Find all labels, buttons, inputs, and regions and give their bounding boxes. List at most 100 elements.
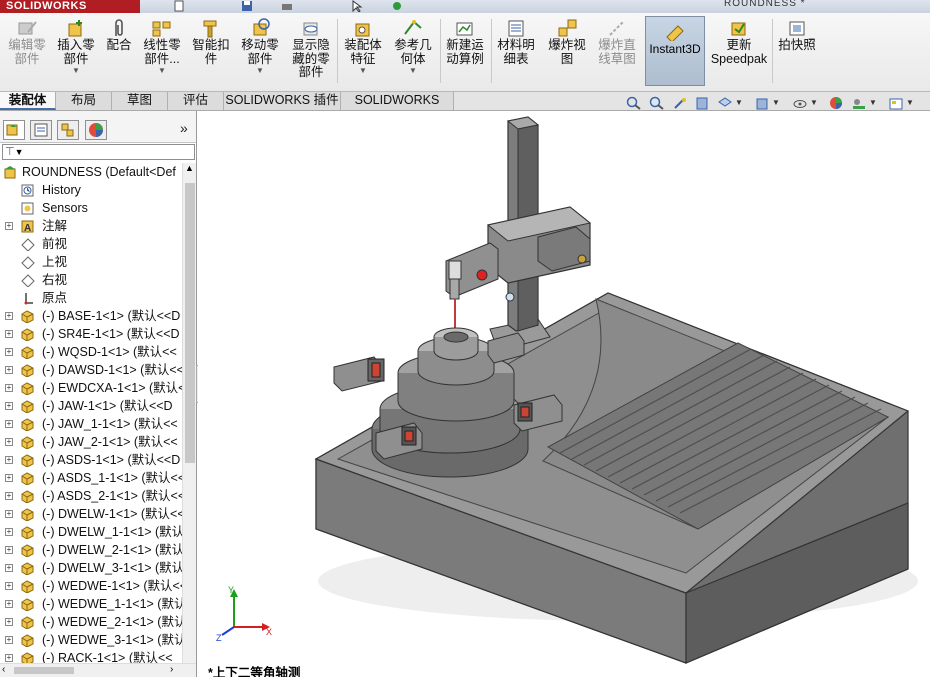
solidworks-logo[interactable]: SOLIDWORKS [0, 0, 140, 13]
tree-item-history[interactable]: History [0, 181, 182, 199]
scroll-up-icon[interactable]: ▲ [185, 163, 194, 173]
hide-show-items-icon[interactable] [792, 96, 808, 110]
expand-toggle-icon[interactable]: + [5, 402, 13, 410]
expand-toggle-icon[interactable]: + [5, 636, 13, 644]
displaymanager-tab[interactable] [85, 120, 107, 140]
roundness-tester-model[interactable] [198, 111, 930, 677]
tree-item-component[interactable]: + (-) WEDWE_3-1<1> (默认 [0, 631, 182, 649]
tree-item-component[interactable]: + (-) JAW-1<1> (默认<<D [0, 397, 182, 415]
configurationmanager-tab[interactable] [57, 120, 79, 140]
select-arrow-icon[interactable] [350, 0, 364, 12]
expand-toggle-icon[interactable]: + [5, 222, 13, 230]
expand-toggle-icon[interactable]: + [5, 456, 13, 464]
tree-item-component[interactable]: + (-) JAW_1-1<1> (默认<< [0, 415, 182, 433]
tree-item-annotation[interactable]: + A 注解 [0, 217, 182, 235]
chevron-down-icon[interactable]: ▼ [735, 98, 743, 107]
tree-item-component[interactable]: + (-) DWELW_2-1<1> (默认 [0, 541, 182, 559]
expand-toggle-icon[interactable]: + [5, 582, 13, 590]
chevron-down-icon[interactable]: ▼ [340, 66, 386, 75]
expand-toggle-icon[interactable]: + [5, 420, 13, 428]
view-settings-icon[interactable] [888, 96, 904, 110]
bom-button[interactable]: 材料明 细表 [493, 16, 539, 88]
scroll-right-icon[interactable]: › [170, 664, 173, 675]
tree-item-component[interactable]: + (-) EWDCXA-1<1> (默认< [0, 379, 182, 397]
previous-view-icon[interactable] [672, 96, 688, 110]
tree-item-plane[interactable]: 上视 [0, 253, 182, 271]
filter-dropdown[interactable]: ▼ [15, 147, 24, 157]
expand-toggle-icon[interactable]: + [5, 618, 13, 626]
hscrollbar-thumb[interactable] [14, 667, 74, 674]
new-document-icon[interactable] [172, 0, 186, 12]
expand-toggle-icon[interactable]: + [5, 330, 13, 338]
tree-root-assembly[interactable]: ROUNDNESS (Default<Def [0, 163, 182, 181]
chevron-down-icon[interactable]: ▼ [139, 66, 185, 75]
tree-vertical-scrollbar[interactable]: ▲ [182, 163, 196, 665]
expand-toggle-icon[interactable]: + [5, 654, 13, 662]
tree-item-component[interactable]: + (-) WEDWE_2-1<1> (默认 [0, 613, 182, 631]
tree-item-component[interactable]: + (-) DWELW_1-1<1> (默认 [0, 523, 182, 541]
tab-sketch[interactable]: 草图 [112, 92, 168, 110]
featuremanager-tab[interactable] [3, 120, 25, 140]
propertymanager-tab[interactable] [30, 120, 52, 140]
apply-scene-icon[interactable] [851, 96, 867, 110]
show-hidden-components-button[interactable]: 显示隐 藏的零 部件 [288, 16, 334, 88]
tree-item-component[interactable]: + (-) ASDS_1-1<1> (默认<< [0, 469, 182, 487]
section-view-icon[interactable] [694, 96, 710, 110]
chevron-down-icon[interactable]: ▼ [237, 66, 283, 75]
tree-item-component[interactable]: + (-) ASDS-1<1> (默认<<D [0, 451, 182, 469]
display-style-icon[interactable] [754, 96, 770, 110]
snapshot-button[interactable]: 拍快照 [774, 16, 820, 88]
chevron-down-icon[interactable]: ▼ [869, 98, 877, 107]
move-component-button[interactable]: 移动零 部件 ▼ [237, 16, 283, 88]
expand-toggle-icon[interactable]: + [5, 438, 13, 446]
tree-item-component[interactable]: + (-) BASE-1<1> (默认<<D [0, 307, 182, 325]
explode-line-sketch-button[interactable]: 爆炸直 线草图 [594, 16, 640, 88]
expand-toggle-icon[interactable]: + [5, 474, 13, 482]
zoom-area-icon[interactable] [649, 96, 665, 110]
print-icon[interactable] [280, 0, 294, 12]
expand-toggle-icon[interactable]: + [5, 546, 13, 554]
chevron-down-icon[interactable]: ▼ [810, 98, 818, 107]
new-motion-study-button[interactable]: 新建运 动算例 [442, 16, 488, 88]
expand-toggle-icon[interactable]: + [5, 528, 13, 536]
chevron-down-icon[interactable]: ▼ [906, 98, 914, 107]
expand-toggle-icon[interactable]: + [5, 492, 13, 500]
tab-evaluate[interactable]: 评估 [168, 92, 224, 110]
tree-item-component[interactable]: + (-) DWELW-1<1> (默认<< [0, 505, 182, 523]
traffic-light-icon[interactable] [390, 0, 404, 12]
tab-solidworks-addins[interactable]: SOLIDWORKS 插件 [224, 92, 341, 110]
smart-fasteners-button[interactable]: 智能扣 件 [189, 16, 233, 88]
tree-item-component[interactable]: + (-) DWELW_3-1<1> (默认 [0, 559, 182, 577]
tree-filter-box[interactable]: ⊤▼ [2, 144, 195, 160]
tree-item-component[interactable]: + (-) WQSD-1<1> (默认<< [0, 343, 182, 361]
expand-toggle-icon[interactable]: + [5, 564, 13, 572]
insert-component-button[interactable]: 插入零 部件 ▼ [54, 16, 98, 88]
tab-assembly[interactable]: 装配体 [0, 92, 56, 110]
tree-horizontal-scrollbar[interactable]: ‹ › [0, 663, 196, 677]
tree-item-sensor[interactable]: Sensors [0, 199, 182, 217]
tree-item-origin[interactable]: 原点 [0, 289, 182, 307]
tree-item-component[interactable]: + (-) ASDS_2-1<1> (默认<< [0, 487, 182, 505]
tree-item-component[interactable]: + (-) DAWSD-1<1> (默认<< [0, 361, 182, 379]
edit-appearance-icon[interactable] [828, 96, 844, 110]
edit-component-button[interactable]: 编辑零 部件 [3, 16, 51, 88]
chevron-down-icon[interactable]: ▼ [772, 98, 780, 107]
tree-item-plane[interactable]: 前视 [0, 235, 182, 253]
tree-item-component[interactable]: + (-) SR4E-1<1> (默认<<D [0, 325, 182, 343]
save-icon[interactable] [240, 0, 254, 12]
expand-panel-button[interactable]: » [180, 120, 188, 136]
zoom-to-fit-icon[interactable] [626, 96, 642, 110]
linear-pattern-button[interactable]: 线性零 部件... ▼ [139, 16, 185, 88]
expand-toggle-icon[interactable]: + [5, 366, 13, 374]
expand-toggle-icon[interactable]: + [5, 600, 13, 608]
assembly-features-button[interactable]: 装配体 特征 ▼ [340, 16, 386, 88]
tree-item-component[interactable]: + (-) WEDWE-1<1> (默认<< [0, 577, 182, 595]
tree-item-plane[interactable]: 右视 [0, 271, 182, 289]
expand-toggle-icon[interactable]: + [5, 510, 13, 518]
exploded-view-button[interactable]: 爆炸视 图 [544, 16, 590, 88]
update-speedpak-button[interactable]: 更新 Speedpak [710, 16, 768, 88]
chevron-down-icon[interactable]: ▼ [390, 66, 436, 75]
tab-layout[interactable]: 布局 [56, 92, 112, 110]
instant3d-button[interactable]: Instant3D [645, 16, 705, 86]
graphics-viewport[interactable]: Y X Z *上下二等角轴测 [198, 111, 930, 677]
